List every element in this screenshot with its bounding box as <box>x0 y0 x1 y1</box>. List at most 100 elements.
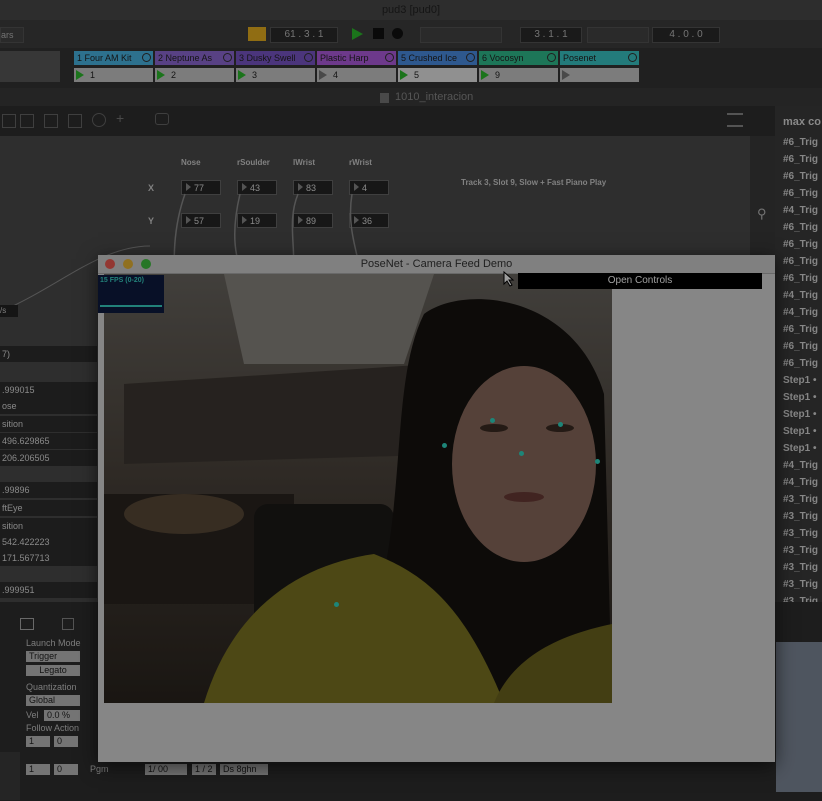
window-icon[interactable] <box>68 114 82 128</box>
presentation-icon[interactable] <box>20 114 34 128</box>
track-name: Plastic Harp <box>320 53 369 63</box>
clip-slot-7[interactable] <box>560 68 639 82</box>
patcher-toolbar: + <box>0 106 775 136</box>
console-line: #4_Trig <box>783 290 819 301</box>
clip-slot-6[interactable]: 9 <box>479 68 558 82</box>
posenet-window: PoseNet - Camera Feed Demo 15 FPS (0-20)… <box>98 255 775 762</box>
legato-button[interactable]: Legato <box>26 665 80 676</box>
clip-play-icon[interactable] <box>76 70 84 80</box>
open-controls-button[interactable]: Open Controls <box>518 273 762 289</box>
track-arm-icon[interactable] <box>385 53 394 62</box>
track-arm-icon[interactable] <box>628 53 637 62</box>
follow-action-label: Follow Action <box>26 723 80 733</box>
console-line: #6_Trig <box>783 137 819 148</box>
track-arm-icon[interactable] <box>547 53 556 62</box>
follow-chance-b[interactable]: 0 <box>54 764 78 775</box>
track-arm-icon[interactable] <box>304 53 313 62</box>
range-value[interactable]: 1 / 2 <box>192 764 216 775</box>
keypoint-nose <box>519 451 524 456</box>
loop-start-display[interactable]: 3 . 1 . 1 <box>520 27 582 43</box>
play-icon[interactable] <box>352 28 363 40</box>
loop-length-display[interactable]: 4 . 0 . 0 <box>652 27 720 43</box>
menu-icon[interactable] <box>727 113 743 127</box>
pgm-label: Pgm <box>90 764 109 774</box>
clip-slot-number: 5 <box>414 70 420 80</box>
inlet-object[interactable]: /s <box>0 305 18 317</box>
keypoint-right-eye <box>558 422 563 427</box>
clip-slot-number: 4 <box>333 70 339 80</box>
clip-play-icon[interactable] <box>157 70 165 80</box>
follow-button[interactable] <box>248 27 266 41</box>
track-arm-icon[interactable] <box>466 53 475 62</box>
automation-tools[interactable] <box>420 27 502 43</box>
left-value-row: 171.567713 <box>0 550 97 566</box>
console-line: #3_Trig <box>783 528 819 539</box>
clip-slot-5[interactable]: 5 <box>398 68 477 82</box>
grid-icon[interactable] <box>44 114 58 128</box>
console-line: #6_Trig <box>783 171 819 182</box>
clip-play-icon[interactable] <box>562 70 570 80</box>
lock-icon[interactable] <box>2 114 16 128</box>
track-header-3[interactable]: 3 Dusky Swell <box>236 51 315 65</box>
clip-slot-1[interactable]: 1 <box>74 68 153 82</box>
loop-toggle-tools[interactable] <box>587 27 649 43</box>
clip-play-icon[interactable] <box>238 70 246 80</box>
device-icon[interactable] <box>62 618 74 630</box>
posenet-title: PoseNet - Camera Feed Demo <box>360 258 513 270</box>
ars-dropdown[interactable]: ars <box>0 27 24 43</box>
fps-graph <box>100 305 162 307</box>
console-header: max co <box>783 116 821 128</box>
debug-icon[interactable] <box>155 113 169 125</box>
clip-slot-number: 9 <box>495 70 501 80</box>
console-line: Step1 • <box>783 426 817 437</box>
quantization-select[interactable]: Global <box>26 695 80 706</box>
launch-mode-select[interactable]: Trigger <box>26 651 80 662</box>
track-arm-icon[interactable] <box>142 53 151 62</box>
posenet-title-bar[interactable]: PoseNet - Camera Feed Demo <box>98 255 775 274</box>
follow-action-a[interactable]: 1 <box>26 736 50 747</box>
patcher-title-bar: 1010_interacion <box>0 88 775 106</box>
session-tracks: 1 Four AM Kit 1 2 Neptune As 2 3 Dusky Swell… <box>0 48 822 88</box>
console-line: #4_Trig <box>783 205 819 216</box>
window-title: pud3 [pud0] <box>381 4 441 16</box>
clip-play-icon[interactable] <box>319 70 327 80</box>
track-header-5[interactable]: 5 Crushed Ice <box>398 51 477 65</box>
clip-slot-number: 3 <box>252 70 258 80</box>
track-header-4[interactable]: Plastic Harp <box>317 51 396 65</box>
clip-slot-4[interactable]: 4 <box>317 68 396 82</box>
window-title-bar: pud3 [pud0] <box>0 0 822 20</box>
vel-value[interactable]: 0.0 % <box>44 710 80 721</box>
clip-play-icon[interactable] <box>400 70 408 80</box>
follow-chance-a[interactable]: 1 <box>26 764 50 775</box>
patcher-title: 1010_interacion <box>395 91 474 103</box>
clip-play-icon[interactable] <box>481 70 489 80</box>
track-header-2[interactable]: 2 Neptune As <box>155 51 234 65</box>
track-name: 6 Vocosyn <box>482 53 524 63</box>
add-icon[interactable]: + <box>116 110 124 126</box>
track-name: 5 Crushed Ice <box>401 53 458 63</box>
arrangement-strip <box>776 642 822 792</box>
signature-value[interactable]: Ds 8ghn <box>220 764 268 775</box>
console-line: #6_Trig <box>783 256 819 267</box>
track-header-1[interactable]: 1 Four AM Kit <box>74 51 153 65</box>
clip-slot-2[interactable]: 2 <box>155 68 234 82</box>
search-icon[interactable]: ⚲ <box>757 206 767 222</box>
console-line: #6_Trig <box>783 222 819 233</box>
record-icon[interactable] <box>392 28 403 39</box>
keypoint-right-ear <box>595 459 600 464</box>
fps-label: 15 FPS (0-20) <box>100 277 144 284</box>
position-display[interactable]: 61 . 3 . 1 <box>270 27 338 43</box>
track-name: 2 Neptune As <box>158 53 213 63</box>
camera-image <box>104 274 612 703</box>
console-line: #4_Trig <box>783 477 819 488</box>
clock-icon[interactable] <box>92 113 106 127</box>
fps-meter: 15 FPS (0-20) <box>98 275 164 313</box>
track-header-7[interactable]: Posenet <box>560 51 639 65</box>
scale-value[interactable]: 1/ 00 <box>145 764 187 775</box>
clip-slot-3[interactable]: 3 <box>236 68 315 82</box>
stop-icon[interactable] <box>373 28 384 39</box>
clip-icon[interactable] <box>20 618 34 630</box>
track-header-6[interactable]: 6 Vocosyn <box>479 51 558 65</box>
follow-action-b[interactable]: 0 <box>54 736 78 747</box>
track-arm-icon[interactable] <box>223 53 232 62</box>
